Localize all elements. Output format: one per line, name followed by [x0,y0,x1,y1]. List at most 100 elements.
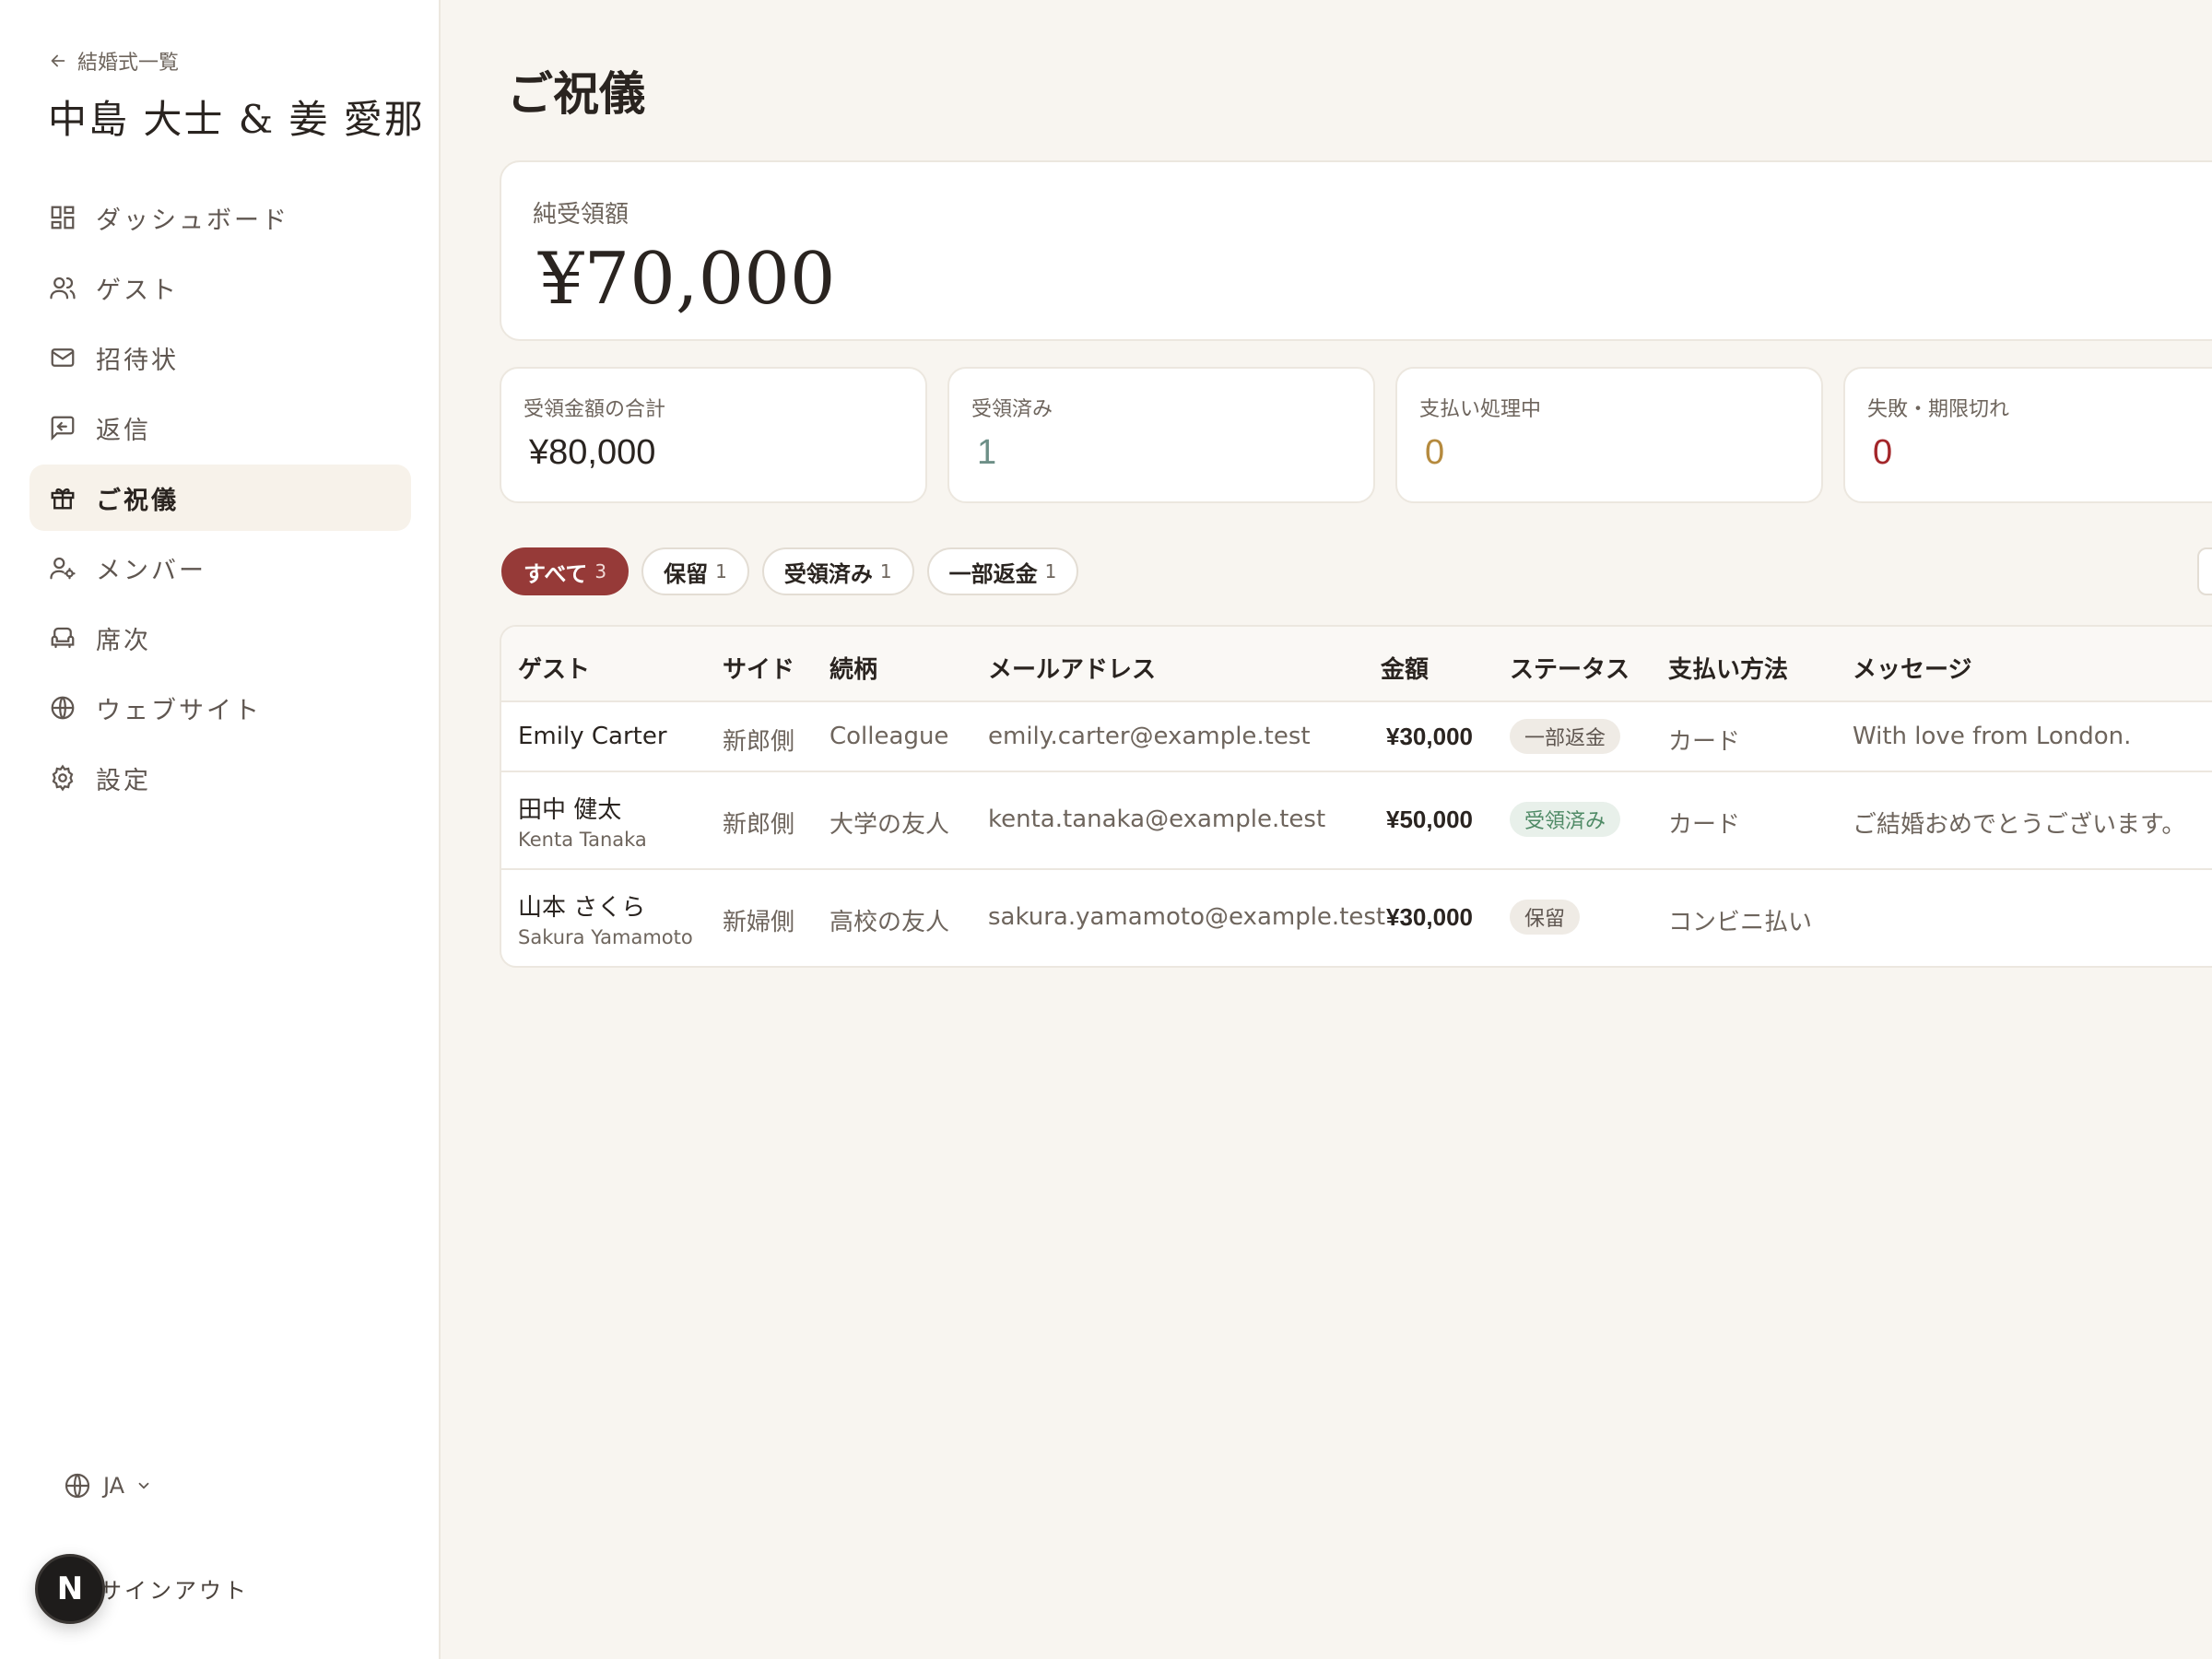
sidebar-item-gifts[interactable]: ご祝儀 [29,465,411,531]
gift-message: ご結婚おめでとうございます。 [1853,811,2186,839]
gift-message: With love from London. [1853,723,2132,750]
users-icon [48,273,77,302]
table-row[interactable]: 山本 さくら Sakura Yamamoto 新婦側 高校の友人 sakura.… [501,870,2212,966]
sidebar-item-label: 席次 [96,626,151,655]
sidebar-item-label: 返信 [96,416,151,445]
language-selector[interactable]: JA [63,1471,152,1500]
sidebar-item-guests[interactable]: ゲスト [29,254,411,321]
stat-card-received: 受領済み 1 [947,367,1375,503]
stat-value: 0 [1873,433,1893,472]
user-cog-icon [48,553,77,582]
status-badge: 受領済み [1510,802,1621,837]
globe-icon [65,1473,90,1499]
language-label: JA [103,1473,125,1499]
payment-method: カード [1668,728,1741,756]
payment-method: コンビニ払い [1668,909,1813,936]
filter-label: 一部返金 [948,560,1038,587]
sidebar-item-seating[interactable]: 席次 [29,605,411,671]
reply-icon [48,413,77,442]
guest-relation: 大学の友人 [830,811,950,839]
guest-name-romaji: Sakura Yamamoto [518,926,693,948]
table-header: ゲスト サイド 続柄 メールアドレス 金額 ステータス 支払い方法 メッセージ [501,627,2212,702]
main-content: ご祝儀 純受領額 ¥70,000 受領金額の合計 ¥80,000 受領済み 1 … [442,0,2212,1659]
guest-name: Emily Carter [518,723,667,750]
filter-hold[interactable]: 保留 1 [641,547,749,595]
net-received-card: 純受領額 ¥70,000 [500,160,2212,341]
stat-value: 0 [1425,433,1445,472]
seat-icon [48,623,77,653]
payment-method: カード [1668,811,1741,839]
filter-label: 受領済み [783,560,873,587]
guest-side: 新婦側 [723,909,795,936]
sidebar-item-dashboard[interactable]: ダッシュボード [29,184,411,251]
gift-icon [48,483,77,512]
gift-amount: ¥50,000 [1386,806,1473,833]
filter-count: 3 [594,560,607,582]
net-received-label: 純受領額 [533,201,629,229]
table-row[interactable]: 田中 健太 Kenta Tanaka 新郎側 大学の友人 kenta.tanak… [501,772,2212,870]
back-link-label: 結婚式一覧 [77,52,180,75]
stat-label: 受領金額の合計 [524,398,666,421]
sidebar: 結婚式一覧 中島 大士 & 姜 愛那 ダッシュボード ゲスト 招待状 返信 ご祝… [0,0,441,1659]
mail-icon [48,343,77,372]
column-header-message[interactable]: メッセージ [1853,651,1971,685]
guest-side: 新郎側 [723,811,795,839]
sidebar-item-label: 招待状 [96,346,179,375]
column-header-status[interactable]: ステータス [1510,651,1630,685]
filter-received[interactable]: 受領済み 1 [761,547,914,595]
stat-label: 失敗・期限切れ [1867,398,2010,421]
filter-count: 1 [1044,560,1057,582]
stat-label: 支払い処理中 [1419,398,1542,421]
avatar[interactable]: N [35,1554,105,1624]
sidebar-item-label: 設定 [96,766,151,795]
status-badge: 一部返金 [1510,719,1621,754]
sidebar-item-label: ゲスト [96,276,179,305]
page-title: ご祝儀 [507,66,645,121]
sidebar-item-label: ダッシュボード [96,206,289,235]
guest-name-block: 田中 健太 Kenta Tanaka [518,791,647,851]
toolbar-control[interactable] [2197,547,2212,595]
chevron-down-icon [138,1482,149,1489]
guest-relation: 高校の友人 [830,909,950,936]
gift-amount: ¥30,000 [1386,723,1473,750]
filter-partial-refund[interactable]: 一部返金 1 [926,547,1079,595]
column-header-email[interactable]: メールアドレス [988,651,1156,685]
sidebar-nav: ダッシュボード ゲスト 招待状 返信 ご祝儀 メンバー 席次 ウェブサイト 設定 [29,184,411,815]
column-header-payment-method[interactable]: 支払い方法 [1668,651,1788,685]
filter-label: 保留 [664,560,709,587]
guest-name-block: 山本 さくら Sakura Yamamoto [518,888,693,948]
filter-all[interactable]: すべて 3 [501,547,629,595]
guest-side: 新郎側 [723,728,795,756]
guest-email: kenta.tanaka@example.test [988,806,1326,833]
signout-button[interactable]: サインアウト [100,1572,249,1605]
sidebar-item-website[interactable]: ウェブサイト [29,675,411,741]
sidebar-item-replies[interactable]: 返信 [29,394,411,461]
dashboard-icon [48,203,77,232]
table-row[interactable]: Emily Carter 新郎側 Colleague emily.carter@… [501,702,2212,772]
guest-name: 田中 健太 [518,796,622,824]
sidebar-item-settings[interactable]: 設定 [29,745,411,811]
stat-card-total-received: 受領金額の合計 ¥80,000 [500,367,927,503]
gift-amount: ¥30,000 [1386,903,1473,931]
back-to-weddings-link[interactable]: 結婚式一覧 [48,46,179,76]
sidebar-item-label: ウェブサイト [96,696,262,725]
column-header-guest[interactable]: ゲスト [518,651,590,685]
column-header-amount[interactable]: 金額 [1381,651,1429,685]
stat-value: ¥80,000 [529,433,656,472]
sidebar-item-label: メンバー [96,556,206,585]
column-header-side[interactable]: サイド [723,651,794,685]
net-received-value: ¥70,000 [538,238,836,321]
arrow-left-icon [51,54,65,67]
stat-label: 受領済み [971,398,1053,421]
sidebar-item-invitations[interactable]: 招待状 [29,324,411,391]
guest-email: emily.carter@example.test [988,723,1311,750]
filter-count: 1 [879,560,892,582]
globe-icon [48,693,77,723]
status-filters: すべて 3 保留 1 受領済み 1 一部返金 1 [501,547,1079,595]
couple-name: 中島 大士 & 姜 愛那 [48,97,425,142]
column-header-relation[interactable]: 続柄 [830,651,877,685]
sidebar-item-label: ご祝儀 [96,486,179,515]
sidebar-item-members[interactable]: メンバー [29,535,411,601]
guest-name-romaji: Kenta Tanaka [518,829,647,851]
stat-card-failed: 失敗・期限切れ 0 [1843,367,2212,503]
